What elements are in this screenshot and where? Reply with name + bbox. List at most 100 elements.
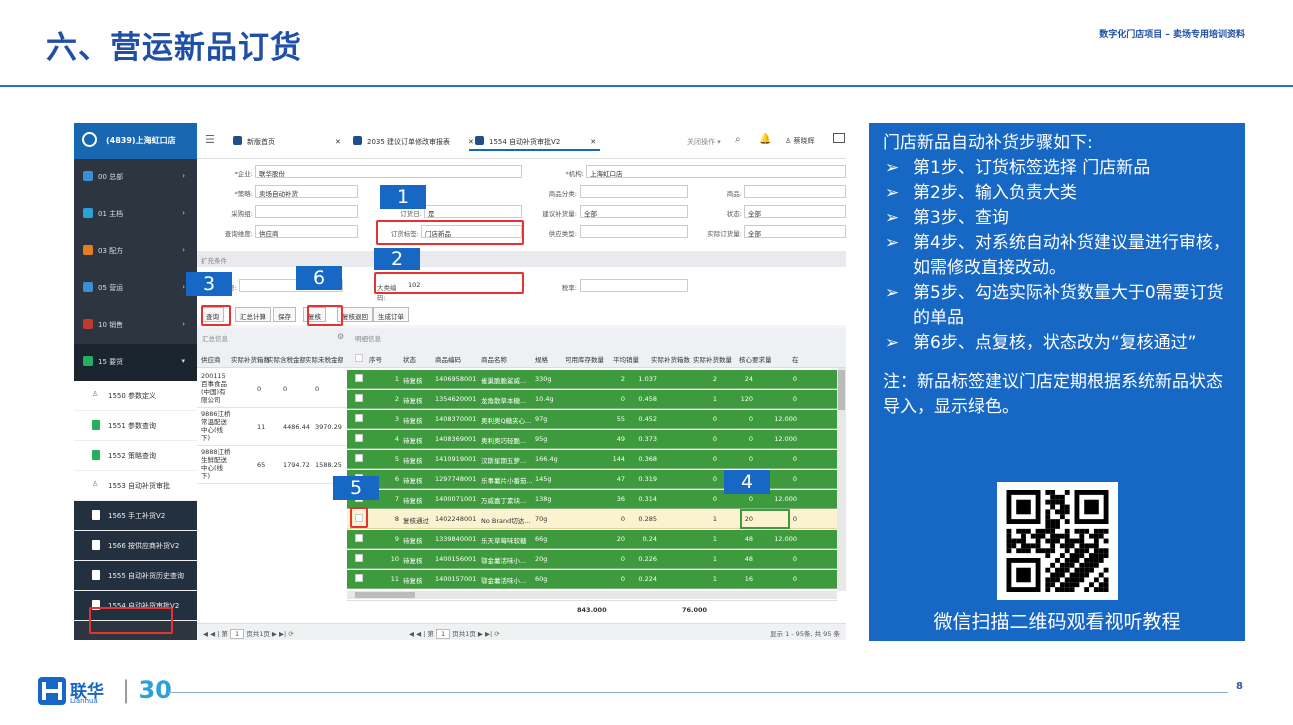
column-header[interactable]: 序号: [369, 354, 382, 364]
row-checkbox[interactable]: [355, 454, 363, 462]
row-checkbox[interactable]: [355, 374, 363, 382]
tab-report[interactable]: 2035 建议订单修改审报表 ✕: [347, 133, 478, 151]
refresh-icon[interactable]: ⟳: [494, 630, 499, 638]
submenu-item[interactable]: ♙ 1553 自动补货审批: [74, 471, 197, 501]
table-row[interactable]: 1 待复核 1406958001 雀巢脆脆鲨威... 330g 2 1.037 2 24 0: [347, 370, 846, 389]
company-select[interactable]: 联华股份: [255, 165, 522, 178]
tab-active[interactable]: 1554 自动补货审批V2 ✕: [469, 133, 601, 151]
pager-nav[interactable]: ◀ ◀ |: [203, 630, 219, 638]
ext-bar[interactable]: 扩充条件: [197, 251, 846, 267]
sidebar-item[interactable]: 00 总部 ›: [74, 159, 197, 196]
column-header[interactable]: 商品名称: [481, 354, 507, 364]
gear-icon[interactable]: ⚙: [337, 332, 344, 341]
table-row[interactable]: 5 待复核 1410919001 汉斯星期五萝... 166.4g 144 0.368 0 0 0: [347, 450, 846, 469]
goods-input[interactable]: [744, 185, 846, 198]
select-all-checkbox[interactable]: [355, 354, 363, 362]
submenu-item[interactable]: 1555 自动补货历史查询: [74, 561, 197, 591]
table-row[interactable]: 2 待复核 1354620001 龙角散草本糖... 10.4g 0 0.458 1 120 0: [347, 390, 846, 409]
category-input[interactable]: [580, 185, 688, 198]
org-select[interactable]: 上海虹口店: [586, 165, 846, 178]
bell-icon[interactable]: 🔔: [759, 134, 771, 145]
pager-nav[interactable]: ◀ ◀ |: [409, 630, 425, 638]
submenu-item[interactable]: ♙ 1550 参数定义: [74, 381, 197, 411]
cell-8[interactable]: 48: [723, 535, 753, 543]
button-1[interactable]: 汇总计算: [235, 307, 271, 322]
cell-8[interactable]: 48: [723, 555, 753, 563]
table-row[interactable]: 10 待复核 1400156001 鄂金薯活味小... 20g 0 0.226 1 48 0: [347, 550, 846, 569]
scroll-thumb[interactable]: [355, 592, 415, 598]
strategy-select[interactable]: 卖场自动补货: [255, 185, 358, 198]
status-select[interactable]: 全部: [744, 205, 846, 218]
row-checkbox[interactable]: [355, 554, 363, 562]
monitor-icon[interactable]: [833, 133, 845, 143]
column-header[interactable]: 实际补货数量: [693, 354, 732, 364]
user-menu[interactable]: ♙ 蔡晓辉: [785, 136, 815, 146]
column-header[interactable]: 在: [792, 354, 799, 364]
sidebar-item[interactable]: 15 要货 ▾: [74, 344, 197, 381]
button-5[interactable]: 生成订单: [373, 307, 409, 322]
column-header[interactable]: 实际含税金额: [267, 354, 305, 364]
cell-8[interactable]: 0: [723, 415, 753, 423]
row-checkbox[interactable]: [355, 434, 363, 442]
hamburger-icon[interactable]: ☰: [205, 133, 215, 146]
table-row[interactable]: 11 待复核 1400157001 鄂金薯活味小... 60g 0 0.224 1 16 0: [347, 570, 846, 589]
page-input[interactable]: 1: [229, 629, 245, 639]
buyer-input[interactable]: [255, 205, 358, 218]
query-select[interactable]: 供应商: [255, 225, 358, 238]
submenu-item[interactable]: 1552 策略查询: [74, 441, 197, 471]
column-header[interactable]: 核心要求量: [739, 354, 772, 364]
column-header[interactable]: 商品编码: [435, 354, 461, 364]
sidebar-item[interactable]: 10 销售 ›: [74, 307, 197, 344]
button-2[interactable]: 保存: [273, 307, 296, 322]
cell-8[interactable]: 24: [723, 375, 753, 383]
table-row[interactable]: 4 待复核 1408369001 奥利奥巧轻脆... 95g 49 0.373 0 0 12.00…: [347, 430, 846, 449]
actual-select[interactable]: 全部: [744, 225, 846, 238]
page-input[interactable]: 1: [435, 629, 451, 639]
column-header[interactable]: 实际补货箱数: [231, 354, 269, 364]
table-row[interactable]: 9886江桥常温配送中心(线下) 11 4486.44 3970.29: [197, 408, 347, 446]
table-row[interactable]: 9 待复核 1339840001 乐天草莓味软糖 66g 20 0.24 1 48 12.000: [347, 530, 846, 549]
row-checkbox[interactable]: [355, 534, 363, 542]
row-checkbox[interactable]: [355, 414, 363, 422]
search-icon[interactable]: ⌕: [735, 134, 741, 145]
submenu-item[interactable]: 1566 按供应商补货V2: [74, 531, 197, 561]
row-checkbox[interactable]: [355, 394, 363, 402]
pager-nav[interactable]: ▶ ▶|: [478, 630, 492, 638]
pager-nav[interactable]: ▶ ▶|: [272, 630, 286, 638]
column-header[interactable]: 实际未税金额: [305, 354, 343, 364]
submenu-item[interactable]: 1565 手工补货V2: [74, 501, 197, 531]
vertical-scrollbar[interactable]: [837, 368, 846, 591]
store-header[interactable]: (4839)上海虹口店: [74, 123, 197, 159]
column-header[interactable]: 状态: [403, 354, 416, 364]
supplier-type-select[interactable]: [580, 225, 688, 238]
tab-home[interactable]: 新版首页 ✕: [227, 133, 345, 151]
refresh-icon[interactable]: ⟳: [288, 630, 293, 638]
row-checkbox[interactable]: [355, 574, 363, 582]
cell-8[interactable]: 0: [723, 495, 753, 503]
column-header[interactable]: 规格: [535, 354, 548, 364]
table-row[interactable]: 200115百事食品(中国)有限公司 0 0 0: [197, 370, 347, 408]
cell-8[interactable]: 120: [723, 395, 753, 403]
submenu-item[interactable]: 1551 参数查询: [74, 411, 197, 441]
sidebar-item[interactable]: 05 营运 ›: [74, 270, 197, 307]
close-icon[interactable]: ✕: [590, 138, 596, 146]
table-row[interactable]: 6待复核1297748001乐事薯片小番茄...145g470.319000: [347, 470, 846, 489]
sidebar-item[interactable]: 03 配方 ›: [74, 233, 197, 270]
table-row[interactable]: 7 待复核 1400071001 万威嘉丁素块... 138g 36 0.314 0 0 12.0…: [347, 490, 846, 509]
cell-8[interactable]: 16: [723, 575, 753, 583]
close-icon[interactable]: ✕: [335, 138, 341, 146]
column-header[interactable]: 可用库存数量: [565, 354, 604, 364]
table-row[interactable]: 3 待复核 1408370001 奥利奥Q糖夹心... 97g 55 0.452 0 0 12.0…: [347, 410, 846, 429]
sidebar-item[interactable]: 01 主档 ›: [74, 196, 197, 233]
horizontal-scrollbar[interactable]: [347, 591, 837, 599]
tax-input[interactable]: [580, 279, 688, 292]
table-row[interactable]: 9888江桥生鲜配送中心(线下) 65 1794.72 1588.25: [197, 446, 347, 484]
order-day-select[interactable]: 是: [424, 205, 522, 218]
scroll-thumb[interactable]: [838, 370, 845, 410]
cell-8[interactable]: 0: [723, 435, 753, 443]
column-header[interactable]: 实际补货箱数: [651, 354, 690, 364]
cell-8[interactable]: 0: [723, 455, 753, 463]
suggest-select[interactable]: 全部: [580, 205, 688, 218]
column-header[interactable]: 平均销量: [613, 354, 639, 364]
column-header[interactable]: 供应商: [201, 354, 229, 364]
